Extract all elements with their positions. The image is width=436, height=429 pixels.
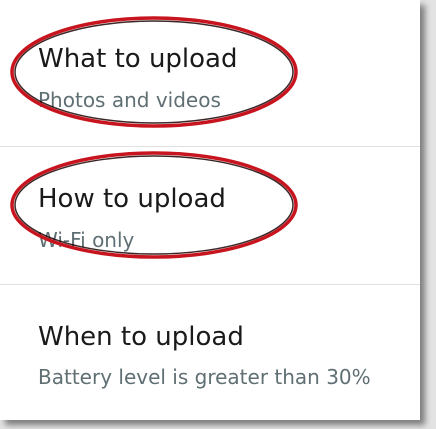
setting-value: Wi-Fi only xyxy=(38,228,135,252)
setting-how-to-upload[interactable]: How to upload Wi-Fi only xyxy=(0,147,420,284)
setting-value: Photos and videos xyxy=(38,88,221,112)
setting-what-to-upload[interactable]: What to upload Photos and videos xyxy=(0,0,420,146)
setting-title: How to upload xyxy=(38,184,226,214)
setting-when-to-upload[interactable]: When to upload Battery level is greater … xyxy=(0,285,420,420)
setting-value: Battery level is greater than 30% xyxy=(38,365,371,389)
settings-panel: What to upload Photos and videos How to … xyxy=(0,0,420,420)
setting-title: What to upload xyxy=(38,44,238,74)
setting-title: When to upload xyxy=(38,322,244,352)
